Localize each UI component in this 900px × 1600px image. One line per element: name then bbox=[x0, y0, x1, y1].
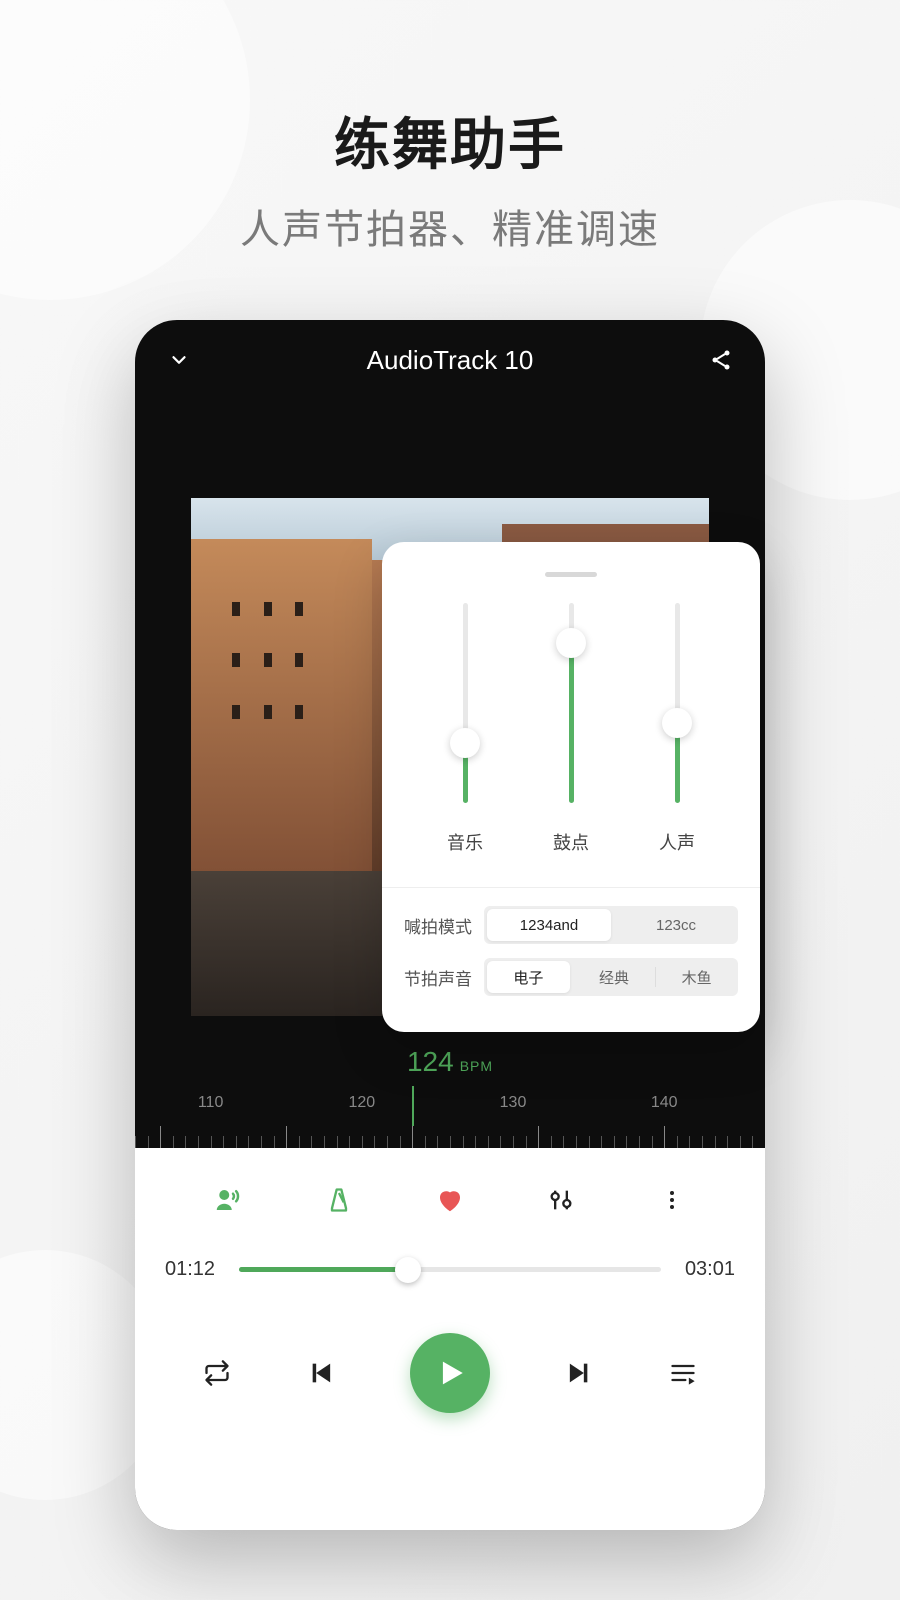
repeat-icon bbox=[203, 1359, 231, 1387]
slider-thumb[interactable] bbox=[556, 628, 586, 658]
mode-row: 喊拍模式 1234and123cc bbox=[404, 906, 738, 944]
volume-slider[interactable]: 人声 bbox=[637, 603, 717, 855]
skip-back-icon bbox=[308, 1359, 336, 1387]
bpm-marker bbox=[412, 1086, 414, 1126]
volume-slider[interactable]: 鼓点 bbox=[531, 603, 611, 855]
collapse-button[interactable] bbox=[161, 342, 197, 378]
segment-item[interactable]: 1234and bbox=[487, 909, 611, 941]
ruler-label: 130 bbox=[500, 1094, 527, 1112]
voice-button[interactable] bbox=[208, 1180, 248, 1220]
bpm-value: 124 bbox=[407, 1046, 454, 1078]
repeat-button[interactable] bbox=[200, 1356, 234, 1390]
ruler-label: 120 bbox=[348, 1094, 375, 1112]
segment-item[interactable]: 经典 bbox=[573, 958, 656, 996]
sound-segment[interactable]: 电子经典木鱼 bbox=[484, 958, 738, 996]
chevron-down-icon bbox=[168, 349, 190, 371]
more-button[interactable] bbox=[652, 1180, 692, 1220]
share-icon bbox=[709, 348, 733, 372]
slider-label: 鼓点 bbox=[553, 829, 589, 855]
skip-forward-icon bbox=[564, 1359, 592, 1387]
track-title: AudioTrack 10 bbox=[367, 345, 534, 376]
metronome-button[interactable] bbox=[319, 1180, 359, 1220]
mode-segment[interactable]: 1234and123cc bbox=[484, 906, 738, 944]
ruler-label: 110 bbox=[198, 1094, 224, 1112]
controls-panel: 01:12 03:01 bbox=[135, 1148, 765, 1530]
sound-label: 节拍声音 bbox=[404, 965, 484, 990]
previous-button[interactable] bbox=[305, 1356, 339, 1390]
time-elapsed: 01:12 bbox=[165, 1258, 225, 1281]
bpm-unit: BPM bbox=[460, 1058, 493, 1074]
slider-thumb[interactable] bbox=[662, 708, 692, 738]
bpm-slider[interactable]: 110 120 130 140 bbox=[135, 1092, 765, 1148]
sound-row: 节拍声音 电子经典木鱼 bbox=[404, 958, 738, 996]
mixer-button[interactable] bbox=[541, 1180, 581, 1220]
segment-item[interactable]: 123cc bbox=[614, 906, 738, 944]
ruler-label: 140 bbox=[651, 1094, 678, 1112]
time-total: 03:01 bbox=[675, 1258, 735, 1281]
hero-title: 练舞助手 bbox=[0, 100, 900, 181]
popup-drag-handle[interactable] bbox=[545, 572, 597, 577]
hero-subtitle: 人声节拍器、精准调速 bbox=[0, 197, 900, 255]
slider-label: 音乐 bbox=[447, 829, 483, 855]
play-icon bbox=[433, 1356, 467, 1390]
heart-icon bbox=[435, 1185, 465, 1215]
metronome-icon bbox=[325, 1186, 353, 1214]
progress-bar[interactable]: 01:12 03:01 bbox=[165, 1238, 735, 1289]
segment-item[interactable]: 木鱼 bbox=[655, 958, 738, 996]
mixer-popup: 音乐 鼓点 人声 喊拍模式 1234and123cc 节拍声音 电子经典木鱼 bbox=[382, 542, 760, 1032]
segment-item[interactable]: 电子 bbox=[487, 961, 570, 993]
more-vertical-icon bbox=[660, 1188, 684, 1212]
favorite-button[interactable] bbox=[430, 1180, 470, 1220]
volume-slider[interactable]: 音乐 bbox=[425, 603, 505, 855]
progress-fill bbox=[239, 1267, 408, 1272]
play-button[interactable] bbox=[410, 1333, 490, 1413]
playlist-button[interactable] bbox=[666, 1356, 700, 1390]
player-topbar: AudioTrack 10 bbox=[135, 320, 765, 378]
sliders-icon bbox=[547, 1186, 575, 1214]
slider-label: 人声 bbox=[659, 829, 695, 855]
mode-label: 喊拍模式 bbox=[404, 913, 484, 938]
next-button[interactable] bbox=[561, 1356, 595, 1390]
voice-icon bbox=[213, 1185, 243, 1215]
playlist-icon bbox=[669, 1359, 697, 1387]
share-button[interactable] bbox=[703, 342, 739, 378]
divider bbox=[382, 887, 760, 888]
progress-thumb[interactable] bbox=[395, 1257, 421, 1283]
slider-fill bbox=[569, 643, 574, 803]
slider-thumb[interactable] bbox=[450, 728, 480, 758]
